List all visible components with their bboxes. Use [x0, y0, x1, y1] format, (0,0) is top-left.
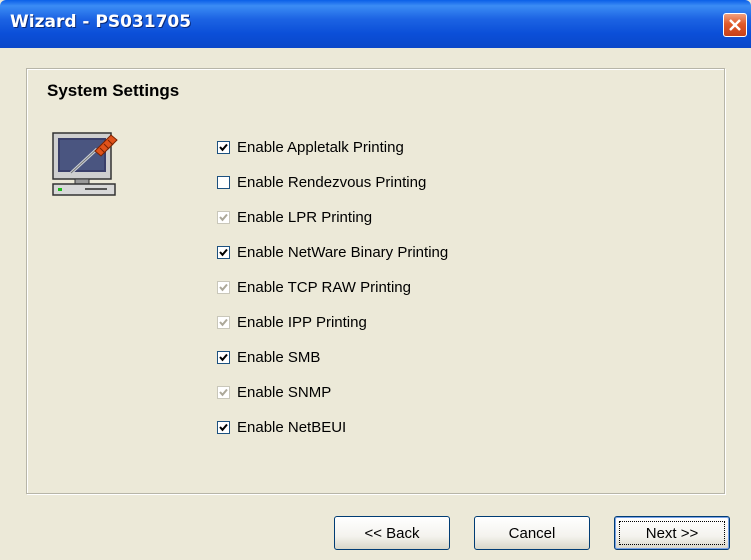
- wizard-window: Wizard - PS031705 System Settings Enable…: [0, 0, 751, 560]
- checkmark-icon: [219, 423, 228, 431]
- checkbox[interactable]: [217, 175, 230, 189]
- checkmark-icon: [219, 143, 228, 151]
- option-label: Enable NetWare Binary Printing: [237, 243, 449, 261]
- panel-title: System Settings: [47, 81, 180, 100]
- option-row[interactable]: Enable IPP Printing: [217, 312, 367, 332]
- checkmark-icon: [219, 388, 228, 396]
- option-row[interactable]: Enable LPR Printing: [217, 207, 372, 227]
- checkmark-icon: [219, 248, 228, 256]
- cancel-button-label: Cancel: [508, 524, 556, 542]
- settings-panel: System Settings Enable Appletalk Printin…: [26, 68, 725, 494]
- checkbox: [217, 210, 230, 224]
- option-row[interactable]: Enable Appletalk Printing: [217, 137, 404, 157]
- checkbox: [217, 315, 230, 329]
- checkbox[interactable]: [217, 350, 230, 364]
- option-label: Enable Rendezvous Printing: [237, 173, 427, 191]
- option-row[interactable]: Enable NetWare Binary Printing: [217, 242, 448, 262]
- back-button[interactable]: << Back: [334, 516, 450, 550]
- checkbox[interactable]: [217, 140, 230, 154]
- option-row[interactable]: Enable Rendezvous Printing: [217, 172, 426, 192]
- checkmark-icon: [219, 318, 228, 326]
- close-icon: [729, 19, 741, 31]
- option-label: Enable IPP Printing: [237, 313, 367, 331]
- checkbox[interactable]: [217, 420, 230, 434]
- option-row[interactable]: Enable SNMP: [217, 382, 331, 402]
- close-button[interactable]: [723, 13, 747, 37]
- option-label: Enable Appletalk Printing: [237, 138, 404, 156]
- option-row[interactable]: Enable TCP RAW Printing: [217, 277, 411, 297]
- back-button-label: << Back: [364, 524, 420, 542]
- checkmark-icon: [219, 283, 228, 291]
- cancel-button[interactable]: Cancel: [474, 516, 590, 550]
- option-row[interactable]: Enable NetBEUI: [217, 417, 346, 437]
- computer-with-screwdriver-icon: [52, 132, 118, 196]
- checkmark-icon: [219, 353, 228, 361]
- option-label: Enable SMB: [237, 348, 321, 366]
- checkbox: [217, 385, 230, 399]
- window-title: Wizard - PS031705: [10, 12, 192, 32]
- option-row[interactable]: Enable SMB: [217, 347, 320, 367]
- checkmark-icon: [219, 213, 228, 221]
- option-label: Enable SNMP: [237, 383, 332, 401]
- option-label: Enable NetBEUI: [237, 418, 347, 436]
- checkbox[interactable]: [217, 245, 230, 259]
- next-button-label: Next >>: [645, 524, 699, 542]
- checkbox: [217, 280, 230, 294]
- option-label: Enable LPR Printing: [237, 208, 373, 226]
- next-button[interactable]: Next >>: [614, 516, 730, 550]
- option-label: Enable TCP RAW Printing: [237, 278, 411, 296]
- title-bar[interactable]: Wizard - PS031705: [0, 0, 751, 48]
